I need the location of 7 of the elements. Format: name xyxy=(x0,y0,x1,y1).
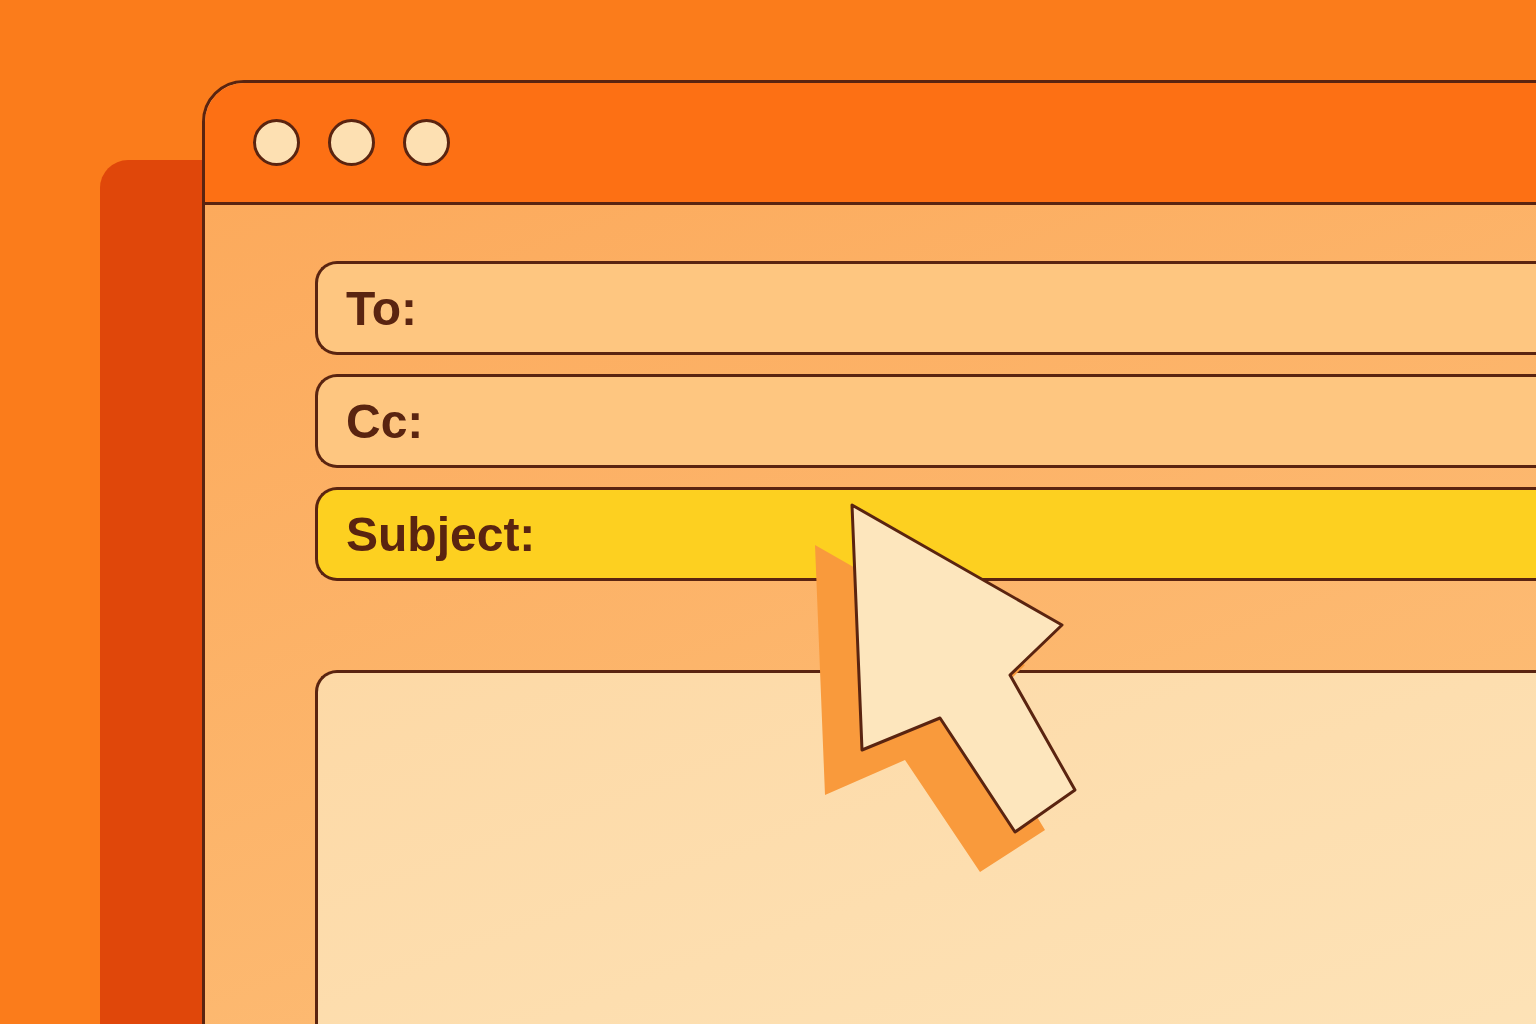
window-control-dot[interactable] xyxy=(328,119,375,166)
input-field[interactable]: Cc: xyxy=(315,374,1536,468)
window-control-dot[interactable] xyxy=(253,119,300,166)
input-field[interactable]: Subject: xyxy=(315,487,1536,581)
input-field[interactable]: To: xyxy=(315,261,1536,355)
window-control-dot[interactable] xyxy=(403,119,450,166)
pointer-cursor-icon xyxy=(815,503,1077,872)
